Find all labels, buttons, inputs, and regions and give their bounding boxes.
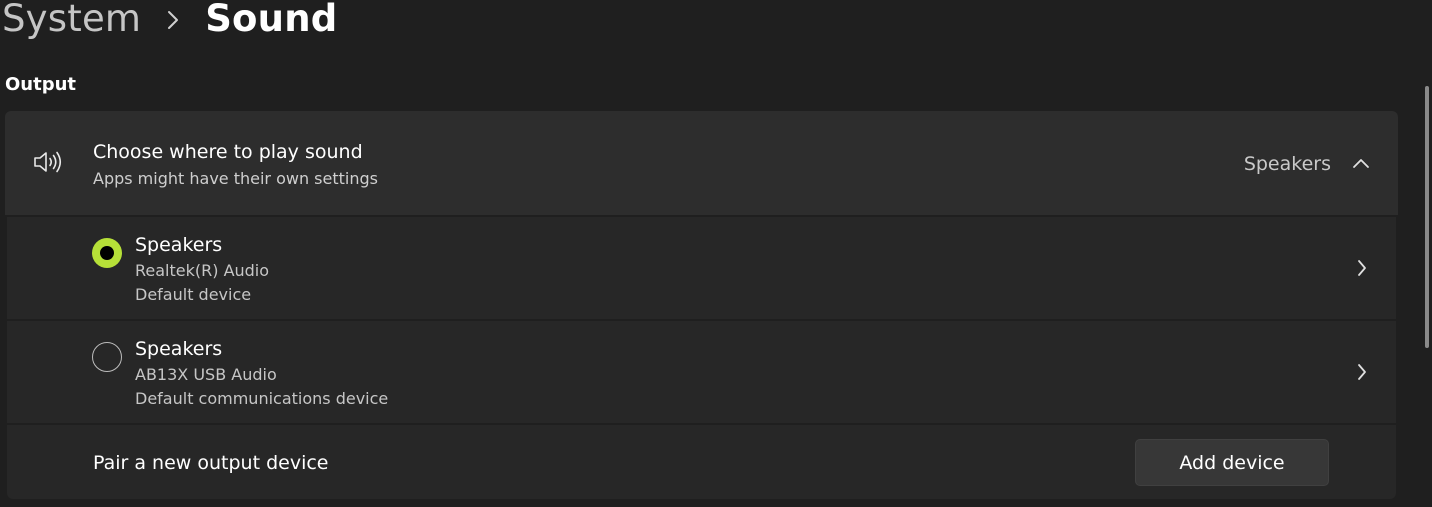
breadcrumb-system-link[interactable]: System bbox=[2, 0, 141, 40]
pair-output-device-label: Pair a new output device bbox=[93, 452, 329, 474]
choose-output-subtitle: Apps might have their own settings bbox=[93, 169, 378, 188]
device-radio-unselected[interactable] bbox=[92, 342, 122, 372]
add-device-button[interactable]: Add device bbox=[1135, 439, 1329, 486]
device-radio-selected[interactable] bbox=[92, 238, 122, 268]
device-driver: Realtek(R) Audio bbox=[135, 261, 270, 280]
chevron-up-icon[interactable] bbox=[1351, 155, 1371, 174]
device-status: Default communications device bbox=[135, 389, 389, 408]
speaker-icon bbox=[33, 149, 65, 179]
chevron-right-icon[interactable] bbox=[1356, 258, 1368, 282]
choose-output-expander[interactable]: Choose where to play sound Apps might ha… bbox=[5, 111, 1398, 215]
device-driver: AB13X USB Audio bbox=[135, 365, 277, 384]
choose-output-title: Choose where to play sound bbox=[93, 141, 363, 163]
device-name: Speakers bbox=[135, 338, 223, 360]
page-title: Sound bbox=[205, 0, 338, 40]
breadcrumb: System Sound bbox=[2, 0, 337, 42]
output-device-row-realtek[interactable]: Speakers Realtek(R) Audio Default device bbox=[7, 217, 1396, 319]
output-section-title: Output bbox=[5, 74, 77, 95]
device-status: Default device bbox=[135, 285, 252, 304]
vertical-scrollbar[interactable] bbox=[1425, 86, 1429, 348]
sound-settings-page: System Sound Output Choose where to play… bbox=[0, 0, 1432, 507]
output-device-row-ab13x[interactable]: Speakers AB13X USB Audio Default communi… bbox=[7, 321, 1396, 423]
chevron-right-icon bbox=[141, 0, 205, 40]
chevron-right-icon[interactable] bbox=[1356, 362, 1368, 386]
selected-output-value: Speakers bbox=[1243, 153, 1331, 175]
device-name: Speakers bbox=[135, 234, 223, 256]
pair-output-device-row: Pair a new output device Add device bbox=[7, 425, 1396, 499]
